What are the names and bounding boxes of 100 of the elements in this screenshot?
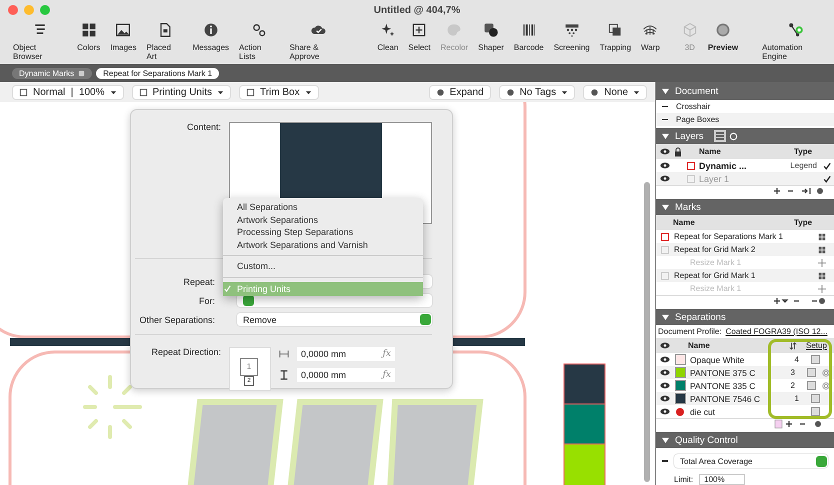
column-header[interactable]: Name [688, 341, 786, 350]
column-header[interactable]: Name [699, 147, 791, 156]
menu-item[interactable]: Custom... [223, 260, 423, 272]
view-dropdown[interactable]: Expand [428, 84, 491, 100]
menu-item[interactable]: Processing Step Separations [223, 226, 423, 238]
section-header[interactable]: Document [656, 82, 834, 100]
list-item[interactable]: Crosshair [676, 102, 710, 111]
checkmark-icon[interactable] [823, 174, 831, 182]
caret-icon [216, 88, 224, 96]
field-label: Limit: [674, 475, 694, 484]
sort-icon[interactable] [789, 342, 797, 350]
toolbar-button[interactable]: Select [403, 22, 436, 52]
toolbar-button[interactable]: Messages [188, 22, 234, 52]
toolbar-button[interactable]: Clean [372, 22, 404, 52]
caret-icon [633, 88, 640, 96]
barcode-icon [520, 22, 537, 38]
eye-icon[interactable] [660, 162, 670, 169]
eye-icon [660, 342, 670, 349]
profile-link[interactable]: Coated FOGRA39 (ISO 12... [726, 327, 828, 336]
separation-name[interactable]: die cut [690, 406, 775, 416]
menu-item[interactable]: Artwork Separations [223, 214, 423, 226]
column-header[interactable]: Type [794, 147, 834, 156]
toolbar-button[interactable]: Images [105, 22, 142, 52]
field-label: Other Separations: [138, 314, 215, 324]
circle-icon[interactable] [728, 132, 738, 140]
eye-icon [660, 148, 670, 155]
disclosure-icon [662, 88, 669, 94]
caret-icon [304, 88, 312, 96]
menu-item[interactable]: All Separations [223, 201, 423, 214]
menu-item[interactable]: Artwork Separations and Varnish [223, 238, 423, 251]
section-header[interactable]: Layers [656, 128, 834, 144]
print-order: 1 [794, 394, 799, 403]
toolbar-button[interactable]: Preview [702, 22, 744, 52]
section-header[interactable]: Marks [656, 199, 834, 215]
disclosure-icon [662, 204, 669, 210]
setup-checkbox[interactable] [807, 368, 816, 377]
setup-checkbox[interactable] [807, 381, 816, 390]
mark-name[interactable]: Repeat for Separations Mark 1 [674, 232, 814, 241]
field-label: Repeat: [182, 276, 215, 286]
separation-name[interactable]: PANTONE 375 C [690, 368, 771, 378]
check-select[interactable]: Total Area Coverage [674, 454, 828, 468]
column-header[interactable]: Setup [806, 341, 834, 350]
print-order: 2 [790, 381, 795, 390]
layers-icon [607, 22, 624, 38]
shapes-icon [483, 22, 499, 38]
print-order: 4 [794, 355, 799, 364]
toolbar-button[interactable]: Trapping [594, 22, 636, 52]
node-icon [788, 22, 804, 38]
toolbar-button[interactable]: Shaper [473, 22, 509, 52]
horizontal-spacing-icon [279, 349, 289, 359]
breadcrumb-tab[interactable]: Repeat for Separations Mark 1 [96, 68, 220, 78]
breadcrumb-tab[interactable]: Dynamic Marks [12, 68, 92, 78]
column-header[interactable]: Type [794, 218, 834, 227]
column-header[interactable]: Name [673, 218, 791, 227]
disclosure-icon [662, 132, 669, 140]
vertical-spacing-icon [279, 370, 289, 380]
limit-field[interactable]: 100% [699, 474, 746, 485]
layer-name[interactable]: Dynamic ... [699, 160, 774, 170]
view-dropdown[interactable]: None [583, 84, 647, 100]
separation-name[interactable]: PANTONE 7546 C [690, 394, 775, 404]
view-dropdown[interactable]: Normal | 100% [12, 84, 124, 100]
spacing-field[interactable]: 0,0000 mm ƒx [297, 368, 395, 382]
separation-name[interactable]: PANTONE 335 C [690, 380, 771, 390]
list-view-icon[interactable] [714, 130, 726, 142]
toolbar-button[interactable]: Action Lists [234, 22, 285, 61]
caret-icon [110, 88, 117, 96]
setup-checkbox[interactable] [811, 394, 820, 403]
view-dropdown[interactable]: No Tags [498, 84, 576, 100]
gears-icon [251, 22, 268, 38]
eye-icon[interactable] [660, 175, 670, 182]
eye-icon[interactable] [660, 395, 670, 402]
separation-name[interactable]: Opaque White [690, 354, 775, 364]
toolbar-button[interactable]: Object Browser [8, 22, 72, 61]
eye-icon[interactable] [660, 382, 670, 389]
eye-icon[interactable] [660, 408, 670, 415]
section-header[interactable]: Separations [656, 309, 834, 325]
section-header[interactable]: Quality Control [656, 432, 834, 448]
setup-checkbox[interactable] [811, 407, 820, 416]
toolbar-button[interactable]: Share & Approve [284, 22, 354, 61]
toolbar-button[interactable]: Automation Engine [757, 22, 834, 61]
setup-checkbox[interactable] [811, 355, 820, 364]
view-dropdown[interactable]: Trim Box [238, 84, 319, 100]
sparkle-icon [380, 22, 396, 38]
caret-icon [561, 88, 568, 96]
stack-icon [78, 70, 86, 76]
spacing-field[interactable]: 0,0000 mm ƒx [297, 347, 395, 361]
other-separations-select[interactable]: Remove [237, 313, 432, 326]
toolbar-button[interactable]: Colors [72, 22, 106, 52]
toolbar-button[interactable]: Warp [636, 22, 665, 52]
profile-label: Document Profile: [658, 327, 722, 336]
list-item[interactable]: Page Boxes [676, 115, 720, 124]
checkmark-icon[interactable] [823, 162, 831, 170]
toolbar-button[interactable]: Placed Art [141, 22, 188, 61]
panel-actions-icon[interactable] [772, 296, 828, 306]
eye-icon[interactable] [660, 356, 670, 363]
print-order: 3 [790, 368, 795, 377]
eye-icon[interactable] [660, 369, 670, 376]
toolbar-button[interactable]: Barcode [508, 22, 549, 52]
view-dropdown[interactable]: Printing Units [132, 84, 231, 100]
toolbar-button[interactable]: Screening [548, 22, 595, 52]
